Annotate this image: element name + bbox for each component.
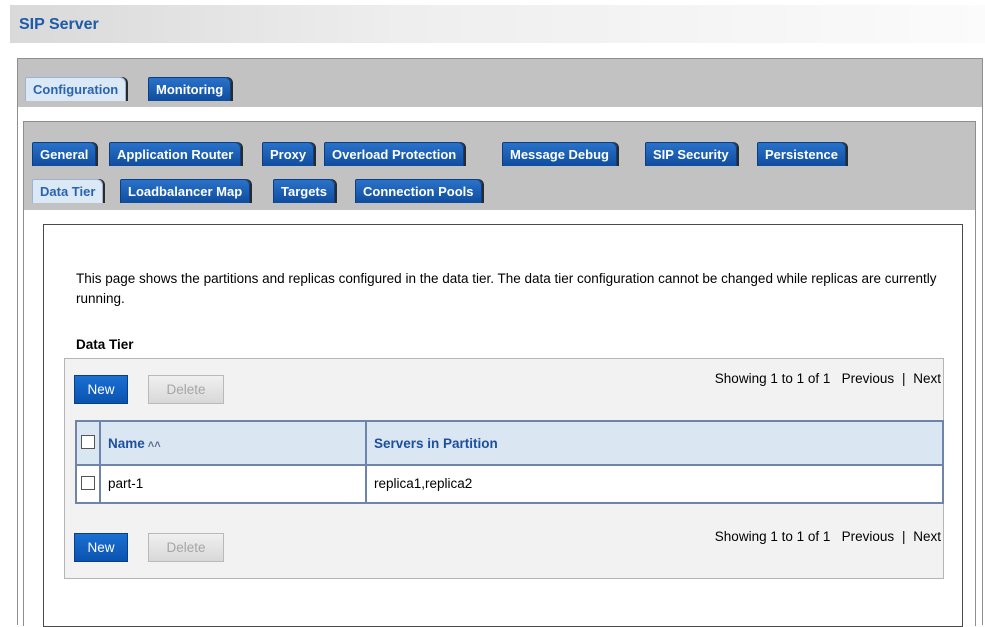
sort-ascending-icon[interactable]: ˄˄ [148,439,161,451]
column-header-name[interactable]: Name ˄˄ [99,420,367,466]
tab-application-router[interactable]: Application Router [109,142,242,166]
tab-message-debug[interactable]: Message Debug [502,142,617,166]
data-tier-table: Name ˄˄ Servers in Partition part-1 repl… [75,420,944,504]
tab-general[interactable]: General [32,142,97,166]
pager-summary: Showing 1 to 1 of 1 [714,529,831,544]
pager-top: Showing 1 to 1 of 1 Previous | Next [715,371,941,386]
data-tier-table-container: New Delete Showing 1 to 1 of 1 Previous … [64,358,944,579]
inner-tab-panel: General Application Router Proxy Overloa… [23,121,976,627]
tab-monitoring[interactable]: Monitoring [148,77,232,101]
tab-overload-protection[interactable]: Overload Protection [324,142,465,166]
new-button-top[interactable]: New [74,375,128,404]
outer-tab-strip: Configuration Monitoring [18,59,982,107]
page-title: SIP Server [19,16,99,33]
row-name-cell[interactable]: part-1 [99,464,367,504]
tab-loadbalancer-map[interactable]: Loadbalancer Map [120,179,251,203]
pager-previous-link[interactable]: Previous [842,371,895,386]
new-button-bottom[interactable]: New [74,533,128,562]
pager-separator: | [901,529,906,544]
table-header-row: Name ˄˄ Servers in Partition [75,420,944,466]
row-servers-cell: replica1,replica2 [365,464,944,504]
select-all-cell [75,420,101,466]
tab-proxy[interactable]: Proxy [262,142,315,166]
page-description: This page shows the partitions and repli… [76,271,937,306]
pager-next-link[interactable]: Next [913,529,941,544]
tab-configuration[interactable]: Configuration [25,77,127,101]
pager-summary: Showing 1 to 1 of 1 [714,371,831,386]
page-header: SIP Server [10,5,985,43]
section-title: Data Tier [76,337,134,352]
select-all-checkbox[interactable] [81,434,95,449]
row-select-cell [75,464,101,504]
pager-previous-link[interactable]: Previous [842,529,895,544]
delete-button-top: Delete [148,375,224,404]
column-header-name-label: Name [108,435,145,451]
pager-bottom: Showing 1 to 1 of 1 Previous | Next [715,529,941,544]
tab-data-tier[interactable]: Data Tier [32,179,104,203]
tab-targets[interactable]: Targets [273,179,335,203]
content-panel: This page shows the partitions and repli… [43,224,963,627]
tab-sip-security[interactable]: SIP Security [645,142,737,166]
delete-button-bottom: Delete [148,533,224,562]
tab-connection-pools[interactable]: Connection Pools [355,179,482,203]
column-header-servers: Servers in Partition [365,420,944,466]
pager-next-link[interactable]: Next [913,371,941,386]
tab-persistence[interactable]: Persistence [757,142,846,166]
row-checkbox[interactable] [81,476,95,490]
table-row: part-1 replica1,replica2 [75,464,944,504]
outer-tab-panel: Configuration Monitoring General Applica… [17,58,983,627]
inner-tab-strip: General Application Router Proxy Overloa… [24,122,975,210]
pager-separator: | [901,371,906,386]
column-header-servers-label: Servers in Partition [374,435,498,451]
